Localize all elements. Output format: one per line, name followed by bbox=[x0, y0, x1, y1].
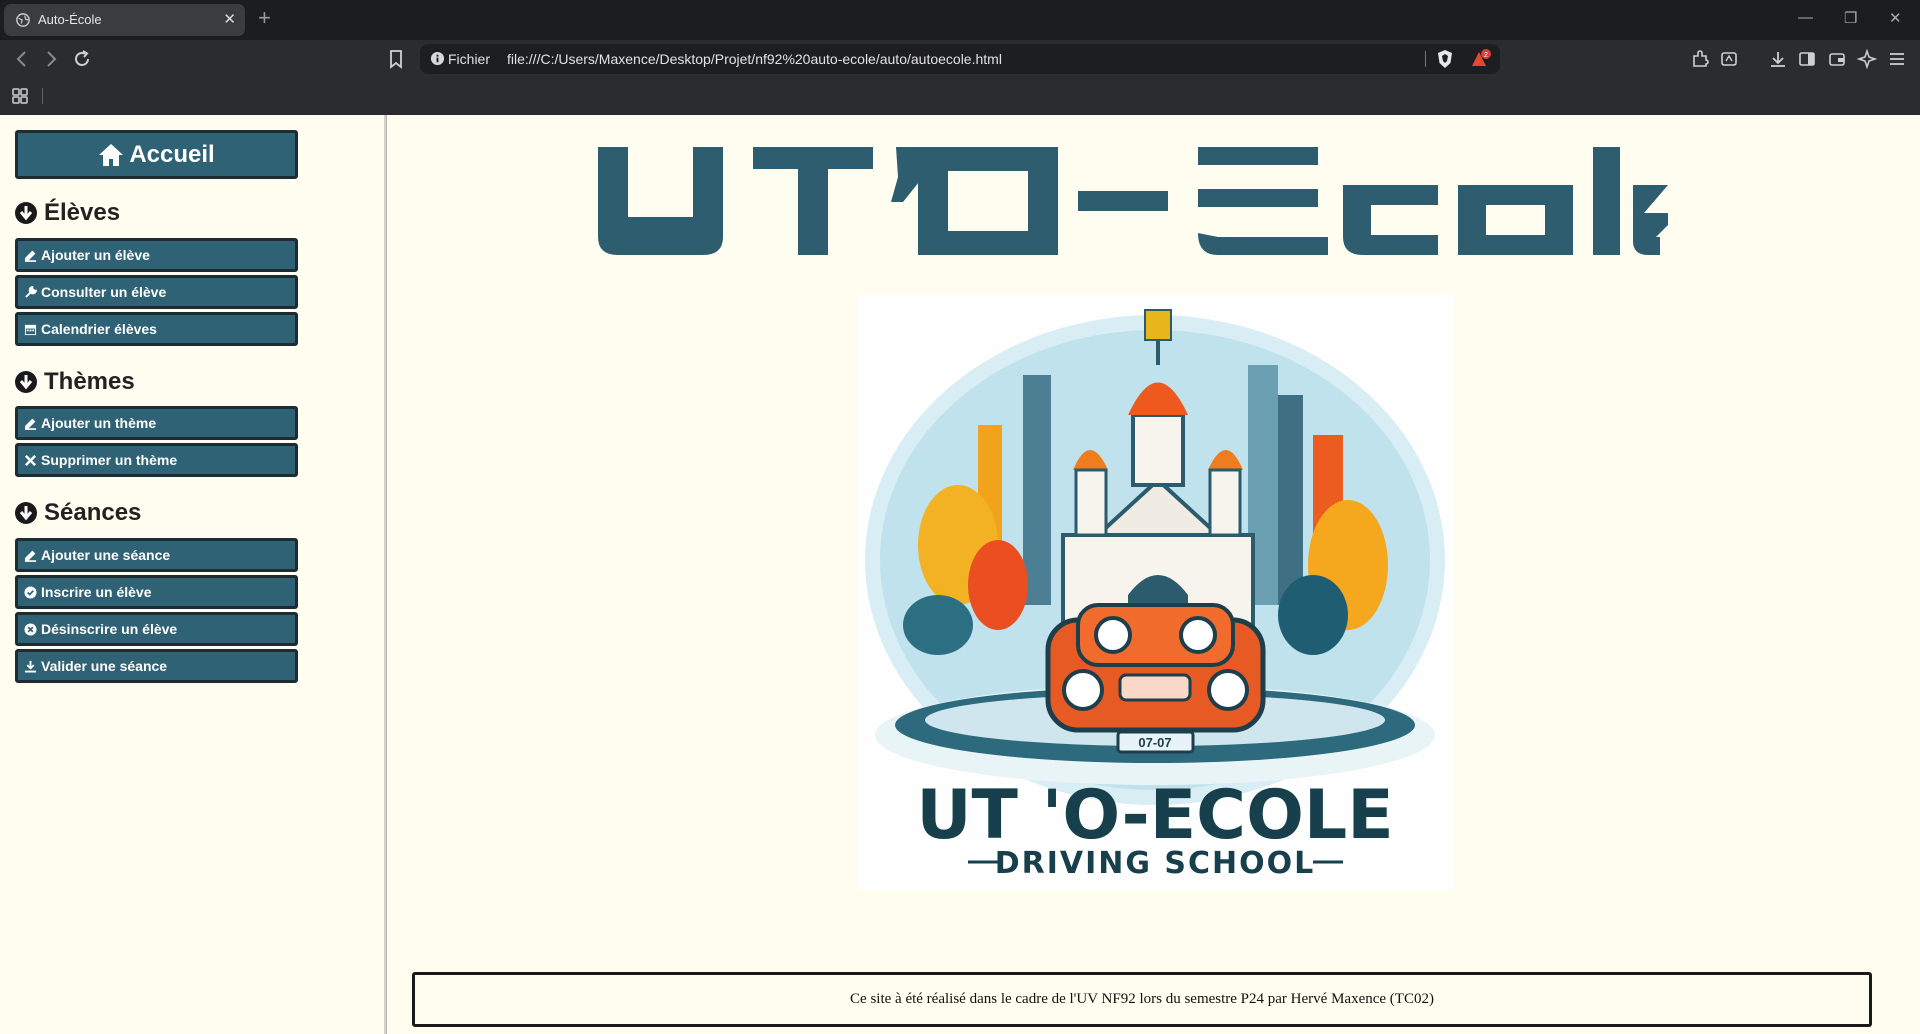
add-student-button[interactable]: Ajouter un élève bbox=[15, 238, 298, 272]
bookmarks-divider bbox=[42, 88, 43, 104]
window-close-icon[interactable]: ✕ bbox=[1889, 9, 1902, 27]
tab-bar: Auto-École ✕ + — ❐ ✕ bbox=[0, 0, 1920, 40]
minimize-icon[interactable]: — bbox=[1798, 9, 1813, 26]
section-title-text: Thèmes bbox=[44, 368, 135, 395]
apps-grid-icon[interactable] bbox=[9, 85, 31, 107]
sidebar-divider bbox=[384, 115, 387, 1034]
page-content: Accueil Élèves Ajouter un élève Consulte… bbox=[0, 115, 1920, 1034]
button-label: Valider une séance bbox=[41, 658, 168, 674]
section-title-seances: Séances bbox=[14, 498, 141, 528]
arrow-circle-down-icon bbox=[15, 502, 37, 524]
calendar-icon bbox=[24, 324, 37, 335]
reload-icon[interactable] bbox=[71, 48, 93, 70]
home-icon bbox=[99, 143, 124, 166]
student-calendar-button[interactable]: Calendrier élèves bbox=[15, 312, 298, 346]
arrow-circle-down-icon bbox=[15, 202, 37, 224]
address-bar[interactable]: Fichier file:///C:/Users/Maxence/Desktop… bbox=[420, 44, 1500, 74]
home-button-label: Accueil bbox=[129, 140, 215, 168]
button-label: Désinscrire un élève bbox=[41, 621, 178, 637]
arrow-circle-down-icon bbox=[15, 371, 37, 393]
wrench-icon bbox=[25, 285, 37, 298]
button-label: Ajouter un élève bbox=[41, 247, 150, 263]
x-mark-icon bbox=[24, 454, 37, 466]
globe-icon bbox=[16, 13, 30, 27]
logo-title: UT 'O-ECOLE bbox=[916, 776, 1393, 855]
x-circle-icon bbox=[24, 622, 37, 636]
footer-text: Ce site à été réalisé dans le cadre de l… bbox=[850, 991, 1434, 1007]
sidebar: Accueil Élèves Ajouter un élève Consulte… bbox=[0, 115, 384, 1034]
rewards-badge: 2 bbox=[1484, 52, 1488, 59]
forward-icon[interactable] bbox=[40, 48, 62, 70]
delete-theme-button[interactable]: Supprimer un thème bbox=[15, 443, 298, 477]
new-tab-icon[interactable]: + bbox=[258, 7, 271, 29]
section-title-eleves: Élèves bbox=[14, 198, 120, 228]
section-title-text: Élèves bbox=[44, 199, 121, 226]
unenroll-student-button[interactable]: Désinscrire un élève bbox=[15, 612, 298, 646]
add-session-button[interactable]: Ajouter une séance bbox=[15, 538, 298, 572]
button-label: Ajouter un thème bbox=[41, 415, 157, 431]
check-circle-icon bbox=[24, 585, 37, 599]
license-plate: 07-07 bbox=[1138, 735, 1171, 750]
url-divider bbox=[1425, 51, 1426, 67]
view-student-button[interactable]: Consulter un élève bbox=[15, 275, 298, 309]
download-icon bbox=[24, 660, 37, 673]
navigation-toolbar: Fichier file:///C:/Users/Maxence/Desktop… bbox=[0, 40, 1920, 78]
logo-illustration: 07-07 UT 'O-ECOLE DRIVING SCHOOL bbox=[865, 309, 1445, 881]
button-label: Ajouter une séance bbox=[41, 547, 171, 563]
sidebar-toggle-icon[interactable] bbox=[1796, 48, 1818, 70]
browser-tab[interactable]: Auto-École ✕ bbox=[4, 4, 245, 36]
extensions-icon[interactable] bbox=[1689, 48, 1711, 70]
main-content: 07-07 UT 'O-ECOLE DRIVING SCHOOL bbox=[388, 115, 1920, 1034]
leo-ai-icon[interactable] bbox=[1856, 48, 1878, 70]
url-scheme-label: Fichier bbox=[448, 51, 491, 67]
site-banner-logo bbox=[598, 147, 1668, 255]
pencil-icon bbox=[24, 418, 37, 430]
back-icon[interactable] bbox=[11, 48, 33, 70]
logo-subtitle: DRIVING SCHOOL bbox=[995, 846, 1316, 881]
school-logo-image: 07-07 UT 'O-ECOLE DRIVING SCHOOL bbox=[858, 295, 1453, 890]
footer: Ce site à été réalisé dans le cadre de l… bbox=[412, 972, 1872, 1027]
section-title-themes: Thèmes bbox=[14, 367, 135, 397]
brave-shield-icon[interactable] bbox=[1436, 49, 1454, 69]
section-title-text: Séances bbox=[44, 499, 142, 526]
tab-title: Auto-École bbox=[38, 12, 102, 27]
bookmark-icon[interactable] bbox=[385, 48, 407, 70]
translate-icon[interactable] bbox=[1718, 48, 1740, 70]
button-label: Inscrire un élève bbox=[41, 584, 152, 600]
restore-icon[interactable]: ❐ bbox=[1844, 9, 1857, 27]
menu-icon[interactable] bbox=[1886, 48, 1908, 70]
close-icon[interactable]: ✕ bbox=[223, 10, 236, 28]
button-label: Consulter un élève bbox=[41, 284, 167, 300]
validate-session-button[interactable]: Valider une séance bbox=[15, 649, 298, 683]
download-icon[interactable] bbox=[1767, 48, 1789, 70]
pencil-icon bbox=[24, 250, 37, 262]
pencil-icon bbox=[24, 550, 37, 562]
button-label: Supprimer un thème bbox=[41, 452, 178, 468]
wallet-icon[interactable] bbox=[1826, 48, 1848, 70]
url-text[interactable]: file:///C:/Users/Maxence/Desktop/Projet/… bbox=[507, 51, 1002, 67]
button-label: Calendrier élèves bbox=[41, 321, 157, 337]
add-theme-button[interactable]: Ajouter un thème bbox=[15, 406, 298, 440]
enroll-student-button[interactable]: Inscrire un élève bbox=[15, 575, 298, 609]
rewards-icon[interactable]: 2 bbox=[1470, 49, 1492, 69]
info-icon[interactable] bbox=[430, 51, 445, 66]
home-button[interactable]: Accueil bbox=[15, 130, 298, 179]
bookmarks-bar bbox=[0, 78, 1920, 115]
